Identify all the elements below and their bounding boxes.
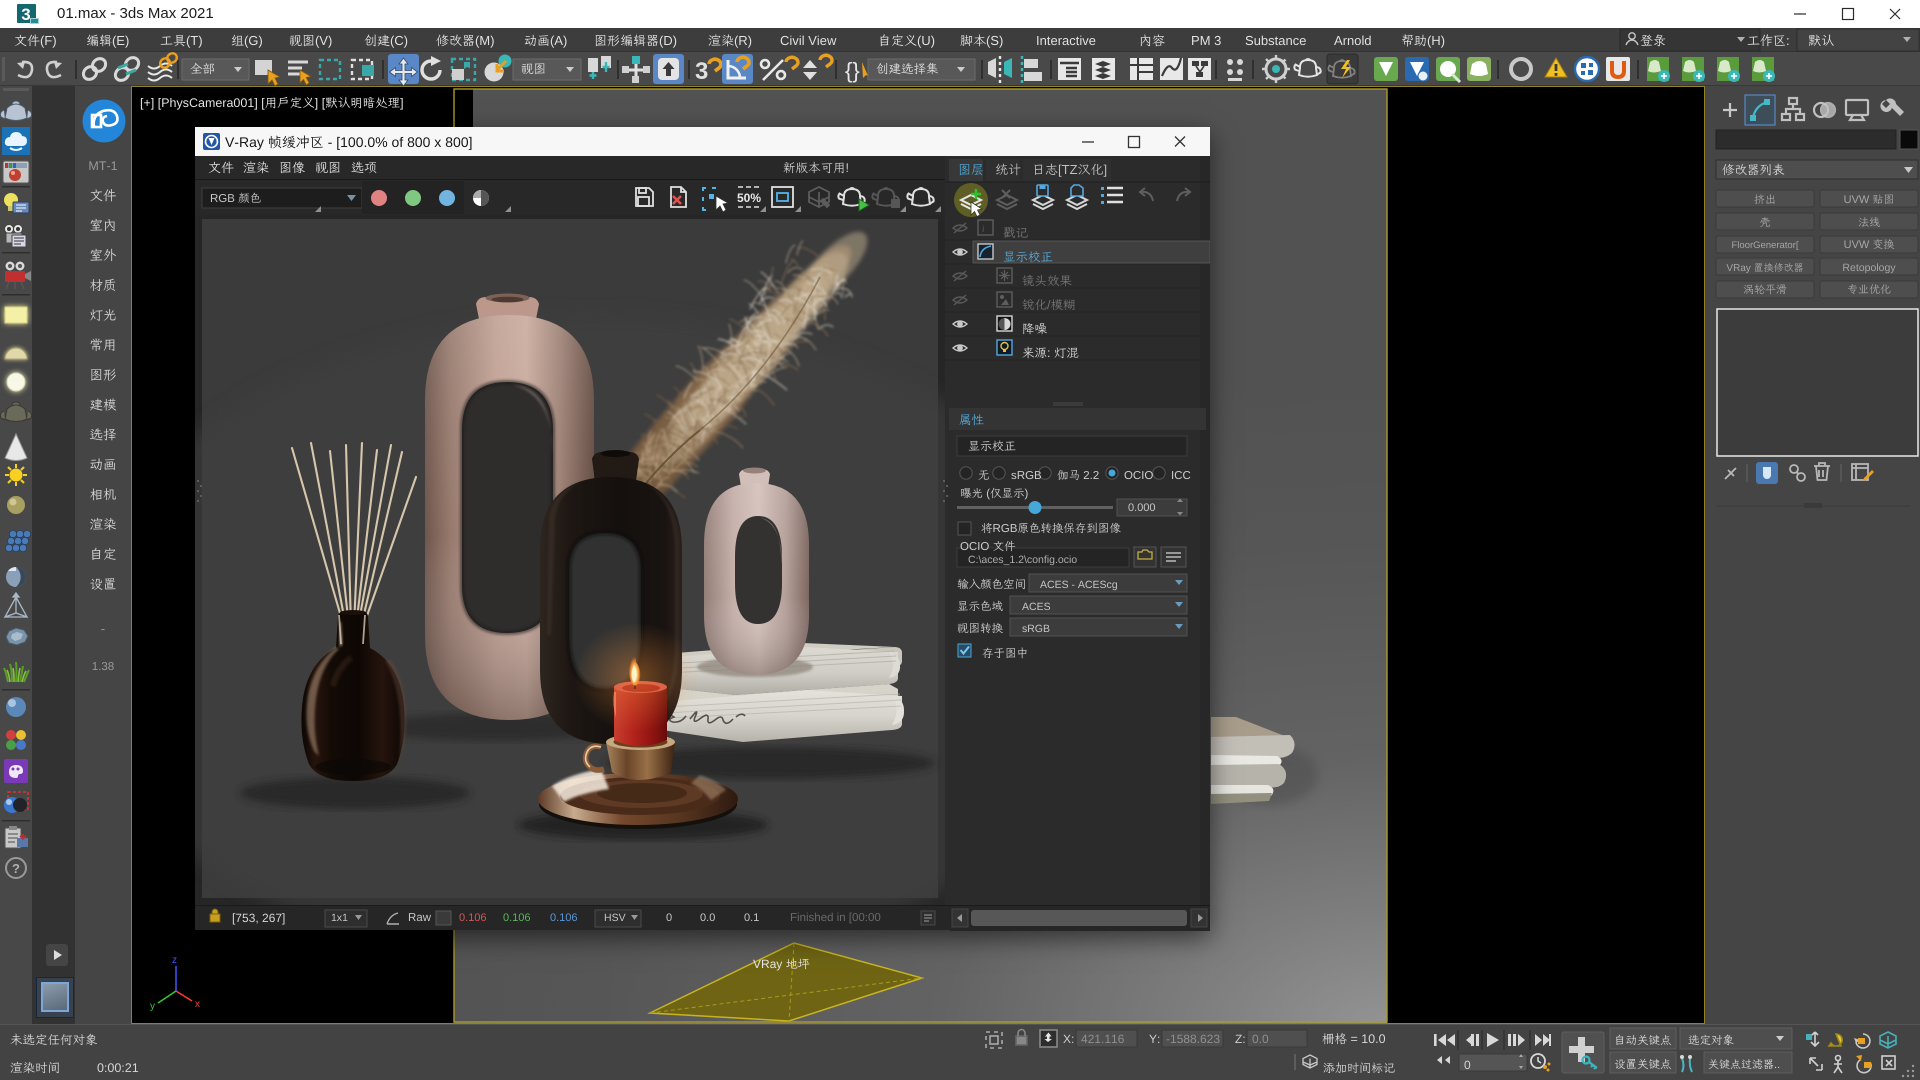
svg-text:z: z [172,955,177,966]
svg-text:{}: {} [845,58,860,83]
svg-text:3: 3 [695,58,708,85]
svg-text:?: ? [12,861,20,876]
svg-text:3: 3 [21,5,30,24]
svg-text:y: y [150,1001,155,1012]
svg-text:50%: 50% [737,191,761,205]
svg-text:x: x [195,999,200,1010]
